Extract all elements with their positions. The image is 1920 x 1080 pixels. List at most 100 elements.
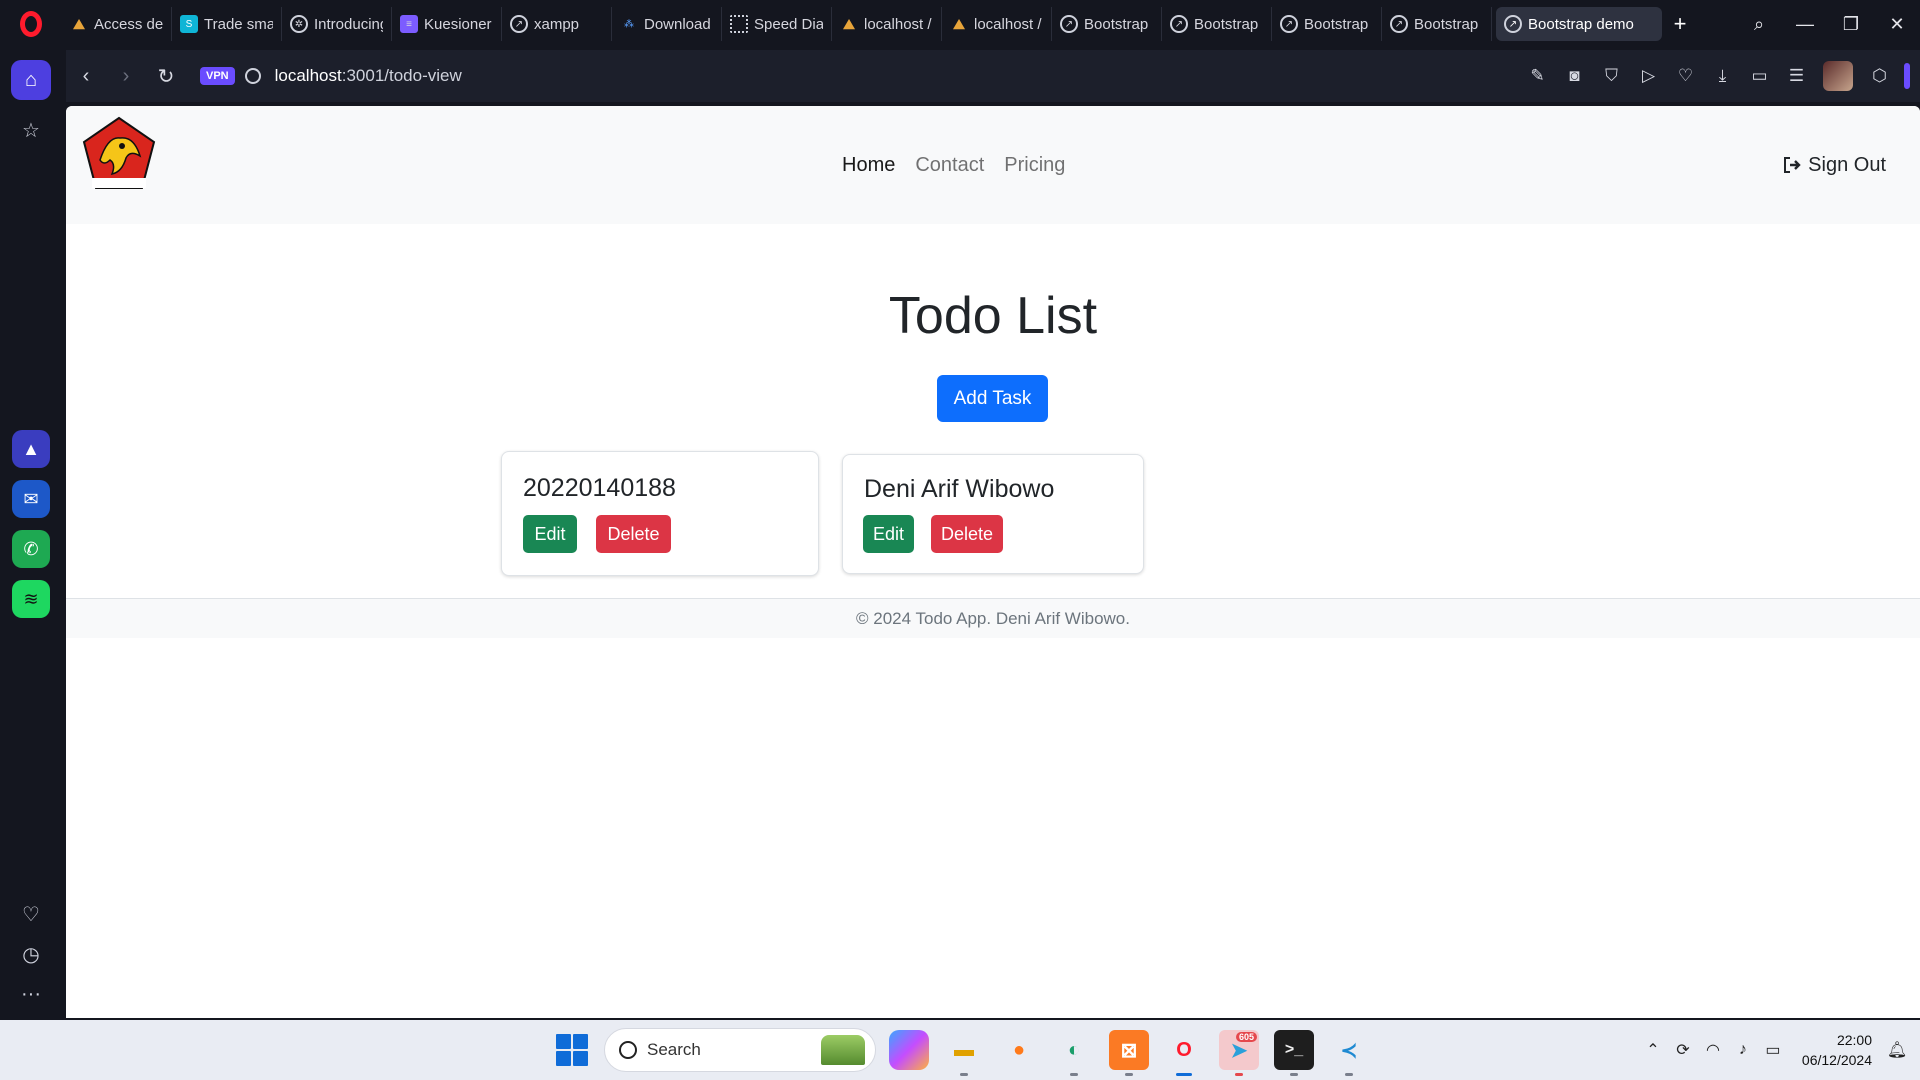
download-icon[interactable]: ⤓ [1704,56,1741,96]
vscode-icon[interactable]: ≺ [1329,1030,1369,1076]
tab-active[interactable]: ↗ Bootstrap demo [1496,7,1662,41]
opera-menu-icon[interactable] [0,0,62,48]
windows-start-icon[interactable] [556,1034,588,1066]
firefox-icon[interactable]: ● [999,1030,1039,1070]
tab-item[interactable]: ↗ Bootstrap [1382,7,1492,41]
clock-date: 06/12/2024 [1801,1052,1872,1068]
task-title: Deni Arif Wibowo [864,475,1055,503]
notification-bell-icon[interactable]: 🔔︎ [1882,1040,1912,1060]
messenger-icon[interactable]: ✉ [12,480,50,518]
clock-time: 22:00 [1836,1032,1872,1048]
forms-icon: ≡ [400,15,418,33]
file-explorer-icon[interactable]: ▬ [944,1030,984,1076]
tab-item[interactable]: ⁂ Download [612,7,722,41]
globe-icon: ↗ [1280,15,1298,33]
globe-icon: ↗ [1170,15,1188,33]
phpmyadmin-icon: ⛰ [953,15,965,32]
site-info-icon[interactable] [244,68,261,84]
browser-sidebar: ⌂ ☆ ▲ ✉ ✆ ≋ ♡ ◷ ··· [0,48,62,1020]
copilot-icon[interactable] [889,1030,929,1070]
reload-icon[interactable]: ↻ [146,56,186,96]
task-title: 20220140188 [523,474,676,502]
add-task-button[interactable]: Add Task [937,375,1048,422]
vpn-badge[interactable]: VPN [200,67,235,85]
globe-icon: ↗ [1060,15,1078,33]
home-icon[interactable]: ⌂ [11,60,51,100]
nav-contact-link[interactable]: Contact [915,154,984,177]
settings-icon[interactable]: ☰ [1778,56,1815,96]
extensions-icon[interactable]: ⬡ [1861,56,1898,96]
forward-icon[interactable]: › [106,56,146,96]
tradingview-icon: S [180,15,198,33]
chevron-up-icon[interactable]: ⌃ [1638,1040,1668,1060]
shield-icon[interactable]: ⛉ [1593,56,1630,96]
aria-icon[interactable]: ▲ [12,430,50,468]
sign-out-link[interactable]: Sign Out [1782,106,1886,224]
delete-button[interactable]: Delete [931,515,1003,553]
volume-icon[interactable]: ♪ [1728,1041,1758,1059]
whatsapp-icon[interactable]: ✆ [12,530,50,568]
restore-icon[interactable]: ❐ [1828,0,1874,48]
edit-button[interactable]: Edit [523,515,577,553]
battery-icon[interactable]: ▭ [1758,1040,1788,1060]
navbar: Home Contact Pricing Sign Out [66,106,1920,224]
heart-icon[interactable]: ♡ [11,894,51,934]
phpmyadmin-icon: ⛰ [843,15,855,32]
xampp-icon[interactable]: ⊠ [1109,1030,1149,1076]
battery-saver-icon[interactable]: ▭ [1741,56,1778,96]
camera-icon[interactable]: ◙ [1556,56,1593,96]
globe-icon: ↗ [510,15,528,33]
download-icon: ⁂ [624,18,634,30]
tab-item[interactable]: ↗ Bootstrap [1272,7,1382,41]
openai-icon: ✲ [290,15,308,33]
speed-dial-icon [730,15,748,33]
tab-item[interactable]: ⛰ localhost / [942,7,1052,41]
new-tab-button[interactable]: + [1662,7,1698,41]
page-footer: © 2024 Todo App. Deni Arif Wibowo. [66,598,1920,638]
minimize-icon[interactable]: — [1782,0,1828,48]
globe-icon: ↗ [1504,15,1522,33]
windows-taskbar: Search ▬ ● ◐ ⊠ O ➤ 605 >_ ≺ ⌃ ⟳ ◠ ♪ ▭ 22:… [0,1020,1920,1080]
terminal-icon[interactable]: >_ [1274,1030,1314,1076]
tab-item[interactable]: Speed Dial [722,7,832,41]
heart-icon[interactable]: ♡ [1667,56,1704,96]
edit-button[interactable]: Edit [863,515,914,553]
edge-icon[interactable]: ◐ [1054,1030,1094,1076]
tab-item[interactable]: ✲ Introducing [282,7,392,41]
task-card: Deni Arif Wibowo Edit Delete [842,454,1144,574]
close-icon[interactable]: ✕ [1874,0,1920,48]
wifi-icon[interactable]: ◠ [1698,1040,1728,1060]
tab-item[interactable]: ⛰ localhost / [832,7,942,41]
tab-item[interactable]: ⛰Access den [62,7,172,41]
sync-icon[interactable]: ⟳ [1668,1040,1698,1060]
tab-item[interactable]: ↗ xampp [502,7,612,41]
history-icon[interactable]: ◷ [11,934,51,974]
sidebar-toggle[interactable] [1904,63,1910,89]
tab-item[interactable]: ≡ Kuesioner [392,7,502,41]
brand-logo[interactable] [82,116,156,192]
spotify-icon[interactable]: ≋ [12,580,50,618]
tab-item[interactable]: S Trade smar [172,7,282,41]
back-icon[interactable]: ‹ [66,56,106,96]
telegram-icon[interactable]: ➤ 605 [1219,1030,1259,1076]
search-tabs-icon[interactable]: ⌕ [1736,0,1782,48]
delete-button[interactable]: Delete [596,515,671,553]
play-icon[interactable]: ▷ [1630,56,1667,96]
sign-out-icon [1782,155,1802,175]
page-viewport: Home Contact Pricing Sign Out Todo List … [66,106,1920,1018]
more-icon[interactable]: ··· [11,974,51,1014]
search-icon [619,1041,637,1059]
url-field[interactable]: localhost:3001/todo-view [275,66,462,86]
tab-item[interactable]: ↗ Bootstrap [1162,7,1272,41]
search-placeholder: Search [647,1040,701,1059]
taskbar-search[interactable]: Search [604,1028,876,1072]
nav-home-link[interactable]: Home [842,154,895,177]
tab-item[interactable]: ↗ Bootstrap [1052,7,1162,41]
star-icon[interactable]: ☆ [11,110,51,150]
search-highlight-image [821,1035,865,1065]
nav-pricing-link[interactable]: Pricing [1004,154,1065,177]
opera-icon[interactable]: O [1164,1030,1204,1076]
clock[interactable]: 22:00 06/12/2024 [1802,1030,1872,1070]
edit-icon[interactable]: ✎ [1519,56,1556,96]
profile-avatar[interactable] [1823,61,1853,91]
